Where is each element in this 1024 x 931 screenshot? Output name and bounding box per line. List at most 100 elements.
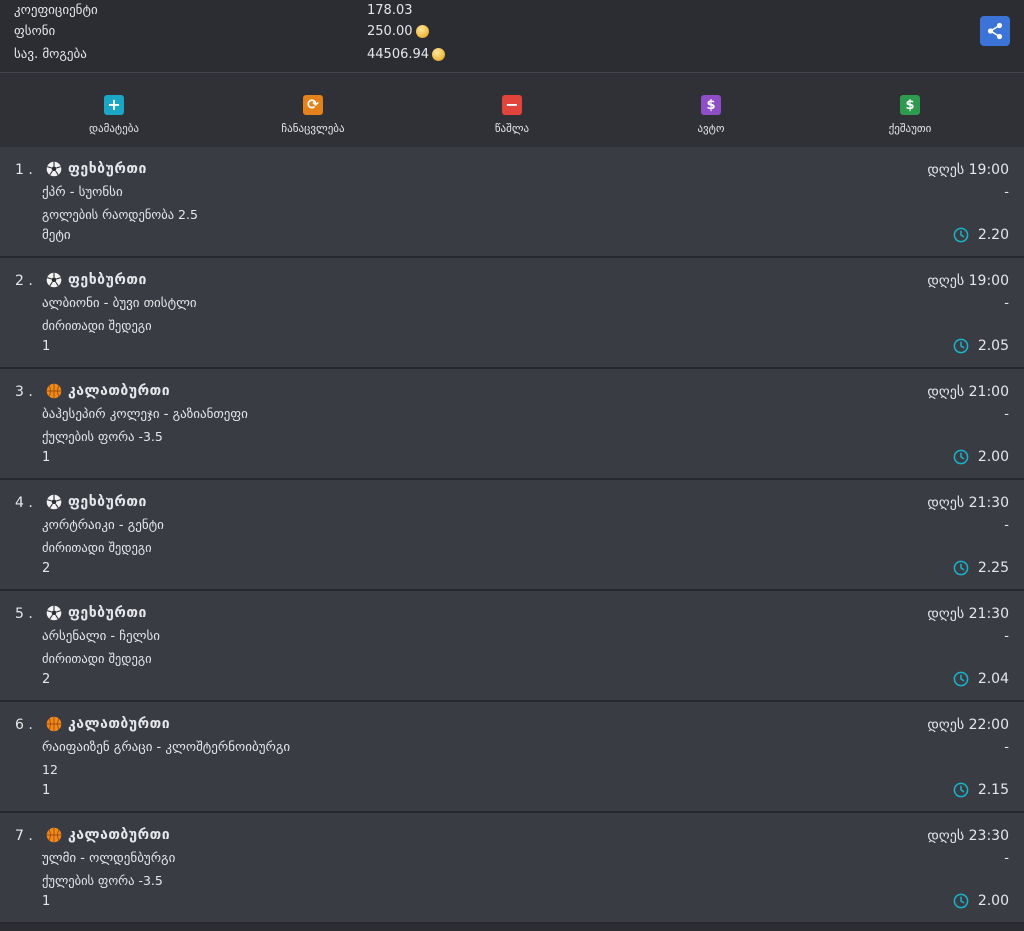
clock-icon[interactable] bbox=[953, 560, 969, 576]
sport-name: ფეხბურთი bbox=[68, 272, 147, 288]
event-time: დღეს 19:00 bbox=[927, 273, 1009, 289]
event-time: დღეს 21:30 bbox=[927, 606, 1009, 622]
bet-item[interactable]: 3 . კალათბურთი ბაჰესეპირ კოლეჯი - გაზიანთე… bbox=[0, 369, 1024, 480]
score-placeholder: - bbox=[1004, 296, 1009, 311]
score-placeholder: - bbox=[1004, 518, 1009, 533]
soccer-ball-icon bbox=[46, 161, 62, 177]
market-name: გოლების რაოდენობა 2.5 bbox=[42, 207, 198, 222]
sport-header: კალათბურთი bbox=[46, 383, 170, 399]
odds-row: კოეფიციენტი 178.03 bbox=[14, 3, 574, 25]
sport-header: ფეხბურთი bbox=[46, 494, 147, 510]
score-placeholder: - bbox=[1004, 407, 1009, 422]
add-label: დამატება bbox=[89, 122, 139, 135]
odds-cell: 2.15 bbox=[953, 782, 1009, 798]
potential-win-value: 44506.94 bbox=[367, 47, 446, 62]
bet-index: 4 . bbox=[15, 495, 33, 511]
plus-icon: + bbox=[104, 95, 124, 115]
odds-cell: 2.00 bbox=[953, 449, 1009, 465]
selection: 1 bbox=[42, 783, 51, 798]
dollar-icon: $ bbox=[900, 95, 920, 115]
bet-item[interactable]: 5 . ფეხბურთი არსენალი - ჩელსი ძირითადი შედე… bbox=[0, 591, 1024, 702]
bet-item[interactable]: 4 . ფეხბურთი კორტრაიკი - გენტი ძირითადი შედ… bbox=[0, 480, 1024, 591]
market-name: ძირითადი შედეგი bbox=[42, 651, 152, 666]
sport-name: ფეხბურთი bbox=[68, 605, 147, 621]
stake-value: 250.00 bbox=[367, 24, 429, 39]
clock-icon[interactable] bbox=[953, 227, 969, 243]
refresh-icon: ⟳ bbox=[303, 95, 323, 115]
add-button[interactable]: + დამატება bbox=[54, 95, 174, 135]
match-name: კორტრაიკი - გენტი bbox=[42, 518, 164, 533]
bet-odds: 2.20 bbox=[977, 227, 1009, 243]
action-toolbar: + დამატება ⟳ ჩანაცვლება − წაშლა $ ავტო $… bbox=[0, 73, 1024, 147]
odds-label: კოეფიციენტი bbox=[14, 3, 98, 18]
market-name: ძირითადი შედეგი bbox=[42, 540, 152, 555]
basketball-icon bbox=[46, 383, 62, 399]
match-name: რაიფაიზენ გრაცი - კლოშტერნოიბურგი bbox=[42, 740, 291, 755]
stake-label: ფსონი bbox=[14, 24, 56, 39]
soccer-ball-icon bbox=[46, 272, 62, 288]
basketball-icon bbox=[46, 716, 62, 732]
odds-cell: 2.00 bbox=[953, 893, 1009, 909]
soccer-ball-icon bbox=[46, 494, 62, 510]
bet-index: 2 . bbox=[15, 273, 33, 289]
selection: 1 bbox=[42, 339, 51, 354]
selection: 2 bbox=[42, 561, 51, 576]
sport-header: კალათბურთი bbox=[46, 716, 170, 732]
delete-button[interactable]: − წაშლა bbox=[452, 95, 572, 135]
match-name: ბაჰესეპირ კოლეჯი - გაზიანთეფი bbox=[42, 407, 248, 422]
market-name: ქულების ფორა -3.5 bbox=[42, 873, 163, 888]
bet-odds: 2.15 bbox=[977, 782, 1009, 798]
clock-icon[interactable] bbox=[953, 893, 969, 909]
odds-cell: 2.20 bbox=[953, 227, 1009, 243]
cashout-button[interactable]: $ ქეშაუთი bbox=[850, 95, 970, 135]
sport-name: ფეხბურთი bbox=[68, 161, 147, 177]
odds-cell: 2.04 bbox=[953, 671, 1009, 687]
bet-index: 1 . bbox=[15, 162, 33, 178]
selection: 1 bbox=[42, 450, 51, 465]
sport-header: ფეხბურთი bbox=[46, 605, 147, 621]
bet-item[interactable]: 2 . ფეხბურთი ალბიონი - ბუვი თისტლი ძირითადი… bbox=[0, 258, 1024, 369]
replace-label: ჩანაცვლება bbox=[281, 122, 345, 135]
win-row: სავ. მოგება 44506.94 bbox=[14, 47, 574, 69]
minus-icon: − bbox=[502, 95, 522, 115]
sport-name: კალათბურთი bbox=[68, 383, 171, 399]
event-time: დღეს 19:00 bbox=[927, 162, 1009, 178]
bet-item[interactable]: 1 . ფეხბურთი ქპრ - სუონსი გოლების რაოდენობა… bbox=[0, 147, 1024, 258]
odds-cell: 2.05 bbox=[953, 338, 1009, 354]
sport-header: ფეხბურთი bbox=[46, 272, 147, 288]
match-name: ქპრ - სუონსი bbox=[42, 185, 123, 200]
sport-header: ფეხბურთი bbox=[46, 161, 147, 177]
bet-item[interactable]: 7 . კალათბურთი ულმი - ოლდენბურგი ქულების ფო… bbox=[0, 813, 1024, 924]
stake-value-text: 250.00 bbox=[367, 24, 413, 39]
clock-icon[interactable] bbox=[953, 338, 969, 354]
clock-icon[interactable] bbox=[953, 782, 969, 798]
delete-label: წაშლა bbox=[494, 122, 530, 135]
bet-odds: 2.00 bbox=[977, 893, 1009, 909]
coin-icon bbox=[415, 25, 429, 38]
bet-odds: 2.25 bbox=[977, 560, 1009, 576]
selection: მეტი bbox=[42, 228, 71, 243]
market-name: ქულების ფორა -3.5 bbox=[42, 429, 163, 444]
sport-name: ფეხბურთი bbox=[68, 494, 147, 510]
market-name: 12 bbox=[42, 762, 58, 777]
score-placeholder: - bbox=[1004, 740, 1009, 755]
selection: 2 bbox=[42, 672, 51, 687]
bet-odds: 2.05 bbox=[977, 338, 1009, 354]
soccer-ball-icon bbox=[46, 605, 62, 621]
share-button[interactable] bbox=[980, 16, 1010, 46]
bet-summary: კოეფიციენტი 178.03 ფსონი 250.00 სავ. მოგ… bbox=[0, 0, 1024, 73]
replace-button[interactable]: ⟳ ჩანაცვლება bbox=[253, 95, 373, 135]
stake-row: ფსონი 250.00 bbox=[14, 24, 574, 46]
bet-item[interactable]: 6 . კალათბურთი რაიფაიზენ გრაცი - კლოშტერნო… bbox=[0, 702, 1024, 813]
odds-value: 178.03 bbox=[367, 3, 413, 18]
auto-button[interactable]: $ ავტო bbox=[651, 95, 771, 135]
coin-icon bbox=[432, 48, 446, 61]
sport-header: კალათბურთი bbox=[46, 827, 170, 843]
event-time: დღეს 21:00 bbox=[927, 384, 1009, 400]
score-placeholder: - bbox=[1004, 185, 1009, 200]
auto-label: ავტო bbox=[697, 122, 725, 135]
bet-index: 3 . bbox=[15, 384, 33, 400]
clock-icon[interactable] bbox=[953, 671, 969, 687]
score-placeholder: - bbox=[1004, 629, 1009, 644]
clock-icon[interactable] bbox=[953, 449, 969, 465]
